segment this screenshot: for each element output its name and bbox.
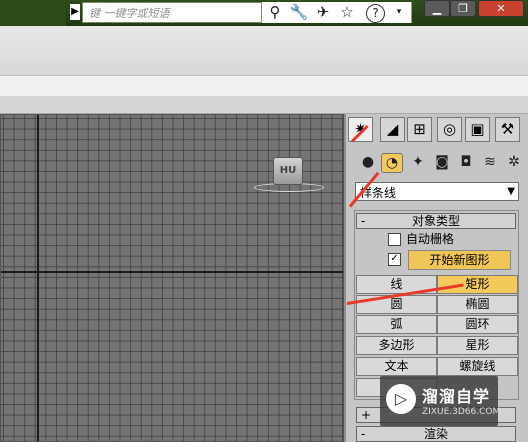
ngon-button[interactable]: 多边形 — [356, 336, 437, 355]
start-new-shape-checkbox[interactable]: ✓ — [388, 253, 401, 266]
star-icon[interactable]: ☆ — [336, 3, 358, 22]
category-dropdown[interactable]: 样条线 ▼ — [355, 182, 519, 201]
object-type-title: 对象类型 — [411, 214, 460, 228]
binoculars-icon[interactable]: ⚲ — [264, 3, 286, 22]
viewcube-label: HU — [279, 165, 297, 176]
help-icon[interactable]: ? — [366, 4, 385, 23]
watermark-url: ZIXUE.3D66.COM — [422, 407, 501, 417]
auto-grid-label: 自动栅格 — [406, 232, 455, 246]
watermark-title: 溜溜自学 — [422, 387, 491, 406]
helix-button[interactable]: 螺旋线 — [437, 357, 518, 376]
modify-tab[interactable]: ◢ — [380, 117, 405, 142]
render-header[interactable]: - 渲染 — [356, 426, 516, 442]
restore-button[interactable]: ❐ — [450, 0, 476, 17]
rollout-expand-sign: + — [361, 408, 372, 422]
title-bar-strip — [0, 0, 66, 26]
lights-icon[interactable]: ✦ — [408, 153, 428, 171]
text-button[interactable]: 文本 — [356, 357, 437, 376]
satellite-icon[interactable]: ✈ — [312, 3, 334, 22]
start-new-shape-row[interactable]: ✓ — [388, 252, 406, 268]
search-placeholder: 键 一键字或短语 — [89, 7, 170, 20]
play-logo-icon: ▷ — [386, 384, 416, 414]
rectangle-button[interactable]: 矩形 — [437, 275, 518, 294]
wrench-icon[interactable]: 🔧 — [288, 3, 310, 22]
star-button[interactable]: 星形 — [437, 336, 518, 355]
arc-button[interactable]: 弧 — [356, 315, 437, 334]
browser-toolbar: ⚲ 🔧 ✈ ☆ ? ▾ — [262, 2, 412, 23]
shapes-icon[interactable]: ◔ — [381, 153, 403, 173]
object-type-header[interactable]: - 对象类型 — [356, 213, 516, 229]
spacewarps-icon[interactable]: ≋ — [480, 153, 500, 171]
display-tab[interactable]: ▣ — [465, 117, 490, 142]
systems-icon[interactable]: ✲ — [504, 153, 524, 171]
ellipse-button[interactable]: 椭圆 — [437, 295, 518, 314]
main-toolbar — [0, 26, 528, 76]
chevron-down-icon[interactable]: ▾ — [388, 3, 410, 22]
rollout-collapse-sign: - — [361, 427, 366, 441]
geometry-icon[interactable]: ● — [358, 153, 378, 171]
utilities-tab[interactable]: ⚒ — [495, 117, 520, 142]
toolbar-separator — [0, 76, 528, 96]
render-title: 渲染 — [423, 427, 448, 441]
close-button[interactable]: ✕ — [478, 0, 524, 17]
donut-button[interactable]: 圆环 — [437, 315, 518, 334]
helpers-icon[interactable]: ◘ — [456, 153, 476, 171]
hierarchy-tab[interactable]: ⊞ — [407, 117, 432, 142]
cameras-icon[interactable]: ◙ — [432, 153, 452, 171]
watermark: ▷ 溜溜自学 ZIXUE.3D66.COM — [380, 376, 501, 426]
search-input[interactable]: 键 一键字或短语 — [82, 2, 262, 23]
viewport-header — [0, 96, 528, 114]
chevron-down-icon: ▼ — [507, 186, 515, 197]
auto-grid-checkbox[interactable] — [388, 233, 401, 246]
window-controls: ▁ ❐ ✕ — [418, 0, 528, 18]
minimize-button[interactable]: ▁ — [424, 0, 450, 17]
start-new-shape-button[interactable]: 开始新图形 — [408, 250, 511, 270]
viewcube-icon[interactable]: HU — [273, 157, 303, 185]
play-arrow-icon[interactable]: ▶ — [70, 4, 80, 20]
motion-tab[interactable]: ◎ — [437, 117, 462, 142]
auto-grid-row[interactable]: 自动栅格 — [388, 232, 454, 248]
rollout-collapse-sign: - — [361, 214, 366, 228]
